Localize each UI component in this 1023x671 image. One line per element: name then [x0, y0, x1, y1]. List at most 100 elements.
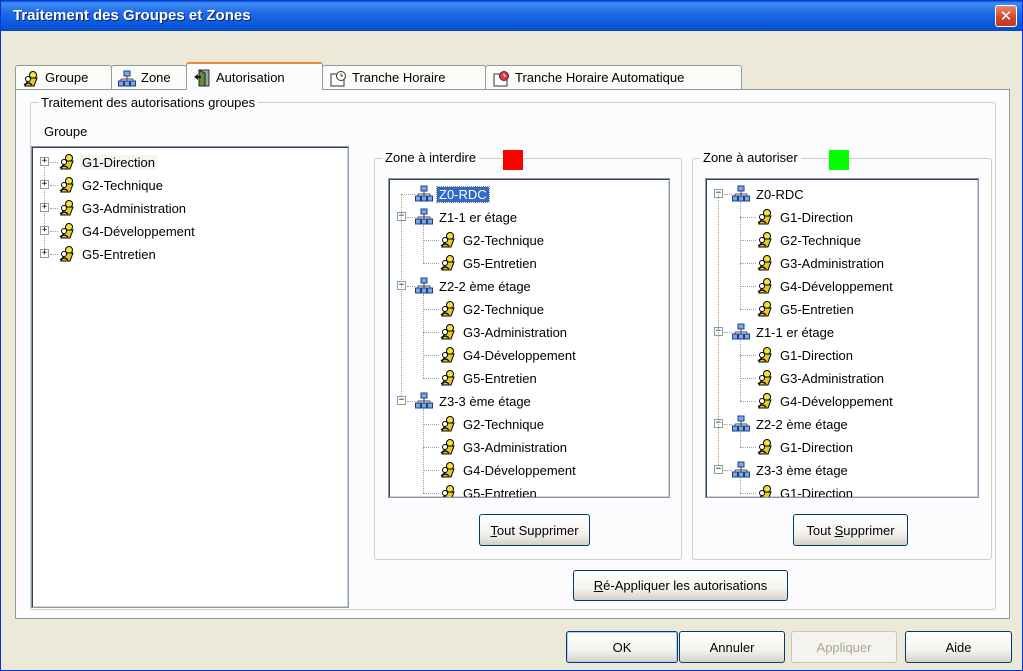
close-button[interactable]: ✕	[995, 5, 1017, 27]
tab-tranche-horaire-automatique[interactable]: Tranche Horaire Automatique	[485, 65, 742, 89]
zone-icon	[732, 415, 750, 433]
group-label: Groupe	[44, 124, 88, 139]
node-label: Z3-3 ème étage	[439, 393, 531, 409]
zone-node[interactable]: Z1-1 er étage	[415, 207, 519, 227]
zone-group-node[interactable]: G3-Administration	[439, 322, 569, 342]
close-icon: ✕	[999, 7, 1013, 25]
ok-button[interactable]: OK	[566, 631, 678, 663]
zone-group-node[interactable]: G2-Technique	[439, 414, 546, 434]
expand-icon[interactable]: +	[40, 226, 49, 235]
zone-group-node[interactable]: G1-Direction	[756, 207, 855, 227]
zone-group-node[interactable]: G4-Développement	[756, 276, 895, 296]
zone-group-node[interactable]: G5-Entretien	[439, 253, 539, 273]
zone-group-node[interactable]: G5-Entretien	[439, 368, 539, 388]
cancel-button[interactable]: Annuler	[679, 631, 785, 663]
group-icon	[439, 415, 457, 433]
zone-group-node[interactable]: G4-Développement	[756, 391, 895, 411]
node-label: G1-Direction	[780, 439, 853, 455]
zone-group-node[interactable]: G1-Direction	[756, 437, 855, 457]
group-icon	[58, 153, 76, 171]
zone-node[interactable]: Z2-2 ème étage	[415, 276, 533, 296]
zone-icon	[732, 323, 750, 341]
door-icon	[193, 69, 211, 87]
tree-connector	[407, 286, 415, 287]
group-icon	[439, 438, 457, 456]
tab-autorisation[interactable]: Autorisation	[186, 62, 323, 90]
zone-group-node[interactable]: G1-Direction	[756, 345, 855, 365]
zone-group-node[interactable]: G3-Administration	[439, 437, 569, 457]
zone-group-node[interactable]: G5-Entretien	[756, 299, 856, 319]
tree-connector	[740, 286, 756, 287]
zone-node[interactable]: Z0-RDC	[732, 184, 806, 204]
tree-connector	[740, 432, 741, 447]
node-label: Z0-RDC	[436, 185, 490, 203]
tab-groupe[interactable]: Groupe	[15, 65, 112, 89]
tree-connector	[740, 401, 756, 402]
zone-group-node[interactable]: G3-Administration	[756, 253, 886, 273]
zone-node[interactable]: Z1-1 er étage	[732, 322, 836, 342]
authorization-groupbox-legend: Traitement des autorisations groupes	[38, 95, 259, 110]
tree-connector	[724, 424, 732, 425]
title-bar[interactable]: Traitement des Groupes et Zones ✕	[1, 1, 1022, 31]
zone-group-node[interactable]: G5-Entretien	[439, 483, 539, 497]
expand-icon[interactable]: +	[40, 249, 49, 258]
tree-connector	[423, 424, 439, 425]
node-label: G5-Entretien	[82, 246, 156, 262]
tree-connector	[724, 194, 732, 195]
zone-node[interactable]: Z3-3 ème étage	[415, 391, 533, 411]
tree-connector	[423, 240, 439, 241]
group-icon	[756, 484, 774, 497]
tree-connector	[740, 340, 741, 401]
forbidden-delete-all-label: Tout Supprimer	[490, 522, 579, 538]
tab-zone[interactable]: Zone	[111, 65, 187, 89]
group-node[interactable]: G1-Direction	[58, 152, 157, 172]
allowed-zone-tree[interactable]: − Z0-RDC G1-Direction G2-Technique G3-Admini…	[705, 178, 979, 498]
tab-tranche-horaire[interactable]: Tranche Horaire	[322, 65, 486, 89]
group-node[interactable]: G5-Entretien	[58, 244, 158, 264]
node-label: G2-Technique	[463, 232, 544, 248]
zone-group-node[interactable]: G2-Technique	[439, 230, 546, 250]
tree-connector	[740, 378, 756, 379]
allowed-delete-all-button[interactable]: Tout Supprimer	[793, 514, 908, 546]
group-icon	[58, 176, 76, 194]
tab-panel-autorisation: Traitement des autorisations groupes Gro…	[15, 89, 1010, 619]
help-button[interactable]: Aide	[905, 631, 1012, 663]
collapse-icon[interactable]: −	[397, 396, 406, 405]
reapply-authorizations-button[interactable]: Ré-Appliquer les autorisations	[573, 570, 788, 601]
groups-tree[interactable]: + G1-Direction + G2-Technique + G3-Administra…	[31, 146, 349, 608]
zone-node[interactable]: Z2-2 ème étage	[732, 414, 850, 434]
collapse-icon[interactable]: −	[714, 465, 723, 474]
group-icon	[439, 346, 457, 364]
zone-group-node[interactable]: G4-Développement	[439, 460, 578, 480]
expand-icon[interactable]: +	[40, 157, 49, 166]
zone-group-node[interactable]: G3-Administration	[756, 368, 886, 388]
apply-button[interactable]: Appliquer	[791, 631, 897, 663]
tree-connector	[407, 217, 415, 218]
forbidden-zone-legend: Zone à interdire	[382, 150, 480, 165]
group-node[interactable]: G4-Développement	[58, 221, 197, 241]
zone-node[interactable]: Z0-RDC	[415, 184, 490, 204]
group-icon	[22, 70, 40, 86]
group-icon	[756, 300, 774, 318]
group-node[interactable]: G2-Technique	[58, 175, 165, 195]
group-icon	[756, 369, 774, 387]
forbidden-delete-all-button[interactable]: Tout Supprimer	[479, 514, 590, 546]
expand-icon[interactable]: +	[40, 203, 49, 212]
group-icon	[756, 231, 774, 249]
group-node[interactable]: G3-Administration	[58, 198, 188, 218]
tree-connector	[423, 225, 424, 263]
expand-icon[interactable]: +	[40, 180, 49, 189]
node-label: G4-Développement	[82, 223, 195, 239]
zone-group-node[interactable]: G1-Direction	[756, 483, 855, 497]
tree-connector	[50, 208, 58, 209]
zone-icon	[732, 185, 750, 203]
node-label: Z2-2 ème étage	[439, 278, 531, 294]
tree-connector	[740, 263, 756, 264]
zone-node[interactable]: Z3-3 ème étage	[732, 460, 850, 480]
zone-group-node[interactable]: G2-Technique	[756, 230, 863, 250]
group-icon	[756, 346, 774, 364]
zone-group-node[interactable]: G4-Développement	[439, 345, 578, 365]
forbidden-zone-tree[interactable]: Z0-RDC − Z1-1 er étage G2-Technique G5-Entre…	[388, 178, 670, 498]
tree-connector	[740, 217, 756, 218]
zone-group-node[interactable]: G2-Technique	[439, 299, 546, 319]
